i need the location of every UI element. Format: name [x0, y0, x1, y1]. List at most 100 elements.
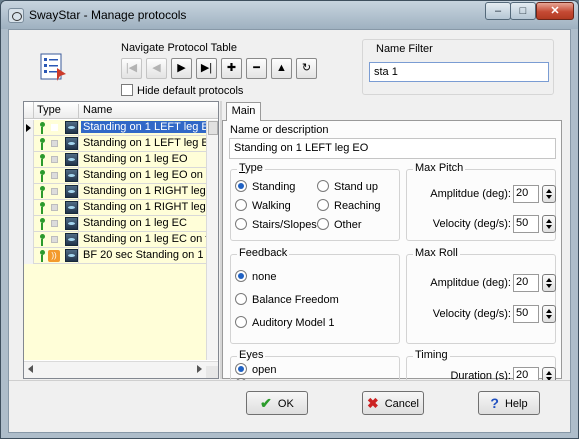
type-stand-up-radio[interactable]: Stand up — [317, 180, 378, 193]
last-record-button[interactable]: ▶| — [196, 58, 217, 79]
table-row[interactable]: Standing on 1 LEFT leg EO — [24, 136, 206, 152]
row-checkbox[interactable] — [51, 156, 58, 163]
max-pitch-title: Max Pitch — [413, 162, 466, 174]
protocol-name: Standing on 1 leg EO — [83, 153, 188, 165]
type-stairs-slopes-radio[interactable]: Stairs/Slopes — [235, 218, 317, 231]
next-record-button[interactable]: ▶ — [171, 58, 192, 79]
vertical-scroll-thumb[interactable] — [208, 121, 218, 135]
max-roll-group: Max Roll Amplitdue (deg): 20 Velocity (d… — [406, 247, 556, 344]
person-icon — [39, 186, 45, 198]
first-record-button[interactable]: |◀ — [121, 58, 142, 79]
type-title-rest: ype — [245, 162, 263, 174]
pitch-amplitude-spinner[interactable] — [542, 185, 556, 203]
protocol-name: Standing on 1 RIGHT leg EO — [83, 185, 206, 197]
main-tab-page: Name or description Standing on 1 LEFT l… — [222, 120, 562, 396]
eyes-open-radio[interactable]: open — [235, 363, 276, 376]
eyes-closed-icon — [65, 217, 78, 230]
maximize-button[interactable]: □ — [510, 2, 536, 20]
help-button[interactable]: ? Help — [478, 391, 540, 415]
table-row[interactable]: Standing on 1 RIGHT leg EO — [24, 200, 206, 216]
feedback-group: Feedback none Balance Freedom Auditory M… — [230, 247, 400, 344]
type-group-title: Type — [237, 162, 265, 174]
table-row[interactable]: Standing on 1 RIGHT leg EO — [24, 184, 206, 200]
close-button[interactable]: ✕ — [536, 2, 574, 20]
horizontal-scrollbar[interactable] — [24, 361, 218, 378]
table-row[interactable]: Standing on 1 leg EC on foa — [24, 232, 206, 248]
minimize-button[interactable]: – — [485, 2, 511, 20]
table-row[interactable]: )) BF 20 sec Standing on 1 leg — [24, 248, 206, 264]
name-filter-input[interactable] — [369, 62, 549, 82]
table-row[interactable]: Standing on 1 leg EO on foa — [24, 168, 206, 184]
name-filter-group: Name Filter — [362, 39, 554, 95]
type-group: Type Standing Walking Stairs/Slopes Stan… — [230, 162, 400, 241]
protocol-name: Standing on 1 LEFT leg EO — [83, 137, 206, 149]
feedback-auditory-model-radio[interactable]: Auditory Model 1 — [235, 316, 335, 329]
eyes-open-icon — [65, 153, 78, 166]
person-icon — [39, 138, 45, 150]
vertical-scrollbar[interactable] — [206, 120, 218, 360]
edit-record-button[interactable]: ▲ — [271, 58, 292, 79]
checkmark-icon: ✔ — [260, 395, 272, 411]
scroll-left-icon[interactable] — [28, 365, 33, 373]
app-icon — [8, 8, 24, 23]
delete-record-button[interactable]: ━ — [246, 58, 267, 79]
ok-button[interactable]: ✔ OK — [246, 391, 308, 415]
size-grip — [206, 366, 218, 378]
roll-amplitude-field[interactable]: 20 — [513, 274, 539, 292]
pitch-velocity-field[interactable]: 50 — [513, 215, 539, 233]
checkbox-box[interactable] — [121, 84, 133, 96]
roll-velocity-field[interactable]: 50 — [513, 305, 539, 323]
feedback-group-title: Feedback — [237, 247, 290, 259]
pitch-velocity-label: Velocity (deg/s): — [432, 218, 511, 230]
hide-default-protocols-checkbox[interactable]: Hide default protocols — [121, 84, 243, 97]
scroll-right-icon[interactable] — [197, 365, 202, 373]
row-checkbox[interactable] — [51, 204, 58, 211]
prior-record-button[interactable]: ◀ — [146, 58, 167, 79]
roll-amplitude-spinner[interactable] — [542, 274, 556, 292]
type-standing-radio[interactable]: Standing — [235, 180, 295, 193]
name-description-input[interactable]: Standing on 1 LEFT leg EO — [229, 138, 556, 159]
protocol-name: Standing on 1 RIGHT leg EO — [83, 201, 206, 213]
row-checkbox[interactable] — [51, 140, 58, 147]
row-checkbox[interactable] — [51, 188, 58, 195]
type-other-radio[interactable]: Other — [317, 218, 362, 231]
table-row[interactable]: Standing on 1 LEFT leg EO — [24, 120, 206, 136]
row-checkbox[interactable] — [51, 124, 58, 131]
max-roll-title: Max Roll — [413, 247, 460, 259]
protocol-name: BF 20 sec Standing on 1 leg — [83, 249, 206, 261]
cancel-x-icon: ✖ — [367, 395, 379, 411]
type-reaching-radio[interactable]: Reaching — [317, 199, 380, 212]
cancel-button[interactable]: ✖ Cancel — [362, 391, 424, 415]
person-icon — [39, 250, 45, 262]
table-row[interactable]: Standing on 1 leg EC — [24, 216, 206, 232]
eyes-open-icon — [65, 121, 78, 134]
type-column-header[interactable]: Type — [35, 104, 79, 119]
row-checkbox[interactable] — [51, 172, 58, 179]
insert-record-button[interactable]: ✚ — [221, 58, 242, 79]
title-bar[interactable]: SwayStar - Manage protocols – □ ✕ — [1, 1, 578, 29]
name-column-header[interactable]: Name — [81, 104, 112, 116]
feedback-balance-freedom-radio[interactable]: Balance Freedom — [235, 293, 339, 306]
protocol-list: Type Name Standing on 1 LEFT leg EO Stan… — [23, 101, 219, 379]
protocol-name: Standing on 1 LEFT leg EO — [81, 121, 206, 133]
pitch-velocity-spinner[interactable] — [542, 215, 556, 233]
person-icon — [39, 122, 45, 134]
row-checkbox[interactable] — [51, 220, 58, 227]
hide-default-label: Hide default protocols — [137, 85, 244, 97]
feedback-icon: )) — [48, 250, 60, 262]
roll-velocity-spinner[interactable] — [542, 305, 556, 323]
tab-main[interactable]: Main — [226, 102, 261, 121]
navigate-protocol-table: Navigate Protocol Table |◀ ◀ ▶ ▶| ✚ ━ ▲ … — [115, 42, 331, 102]
roll-amplitude-label: Amplitdue (deg): — [430, 277, 511, 289]
refresh-button[interactable]: ↻ — [296, 58, 317, 79]
feedback-none-radio[interactable]: none — [235, 270, 276, 283]
table-row[interactable]: Standing on 1 leg EO — [24, 152, 206, 168]
eyes-open-icon — [65, 249, 78, 262]
eyes-open-icon — [65, 185, 78, 198]
pitch-amplitude-field[interactable]: 20 — [513, 185, 539, 203]
row-checkbox[interactable] — [51, 236, 58, 243]
row-indicator-header — [24, 102, 34, 119]
eyes-open-icon — [65, 169, 78, 182]
type-walking-radio[interactable]: Walking — [235, 199, 291, 212]
timing-group-title: Timing — [413, 349, 450, 361]
